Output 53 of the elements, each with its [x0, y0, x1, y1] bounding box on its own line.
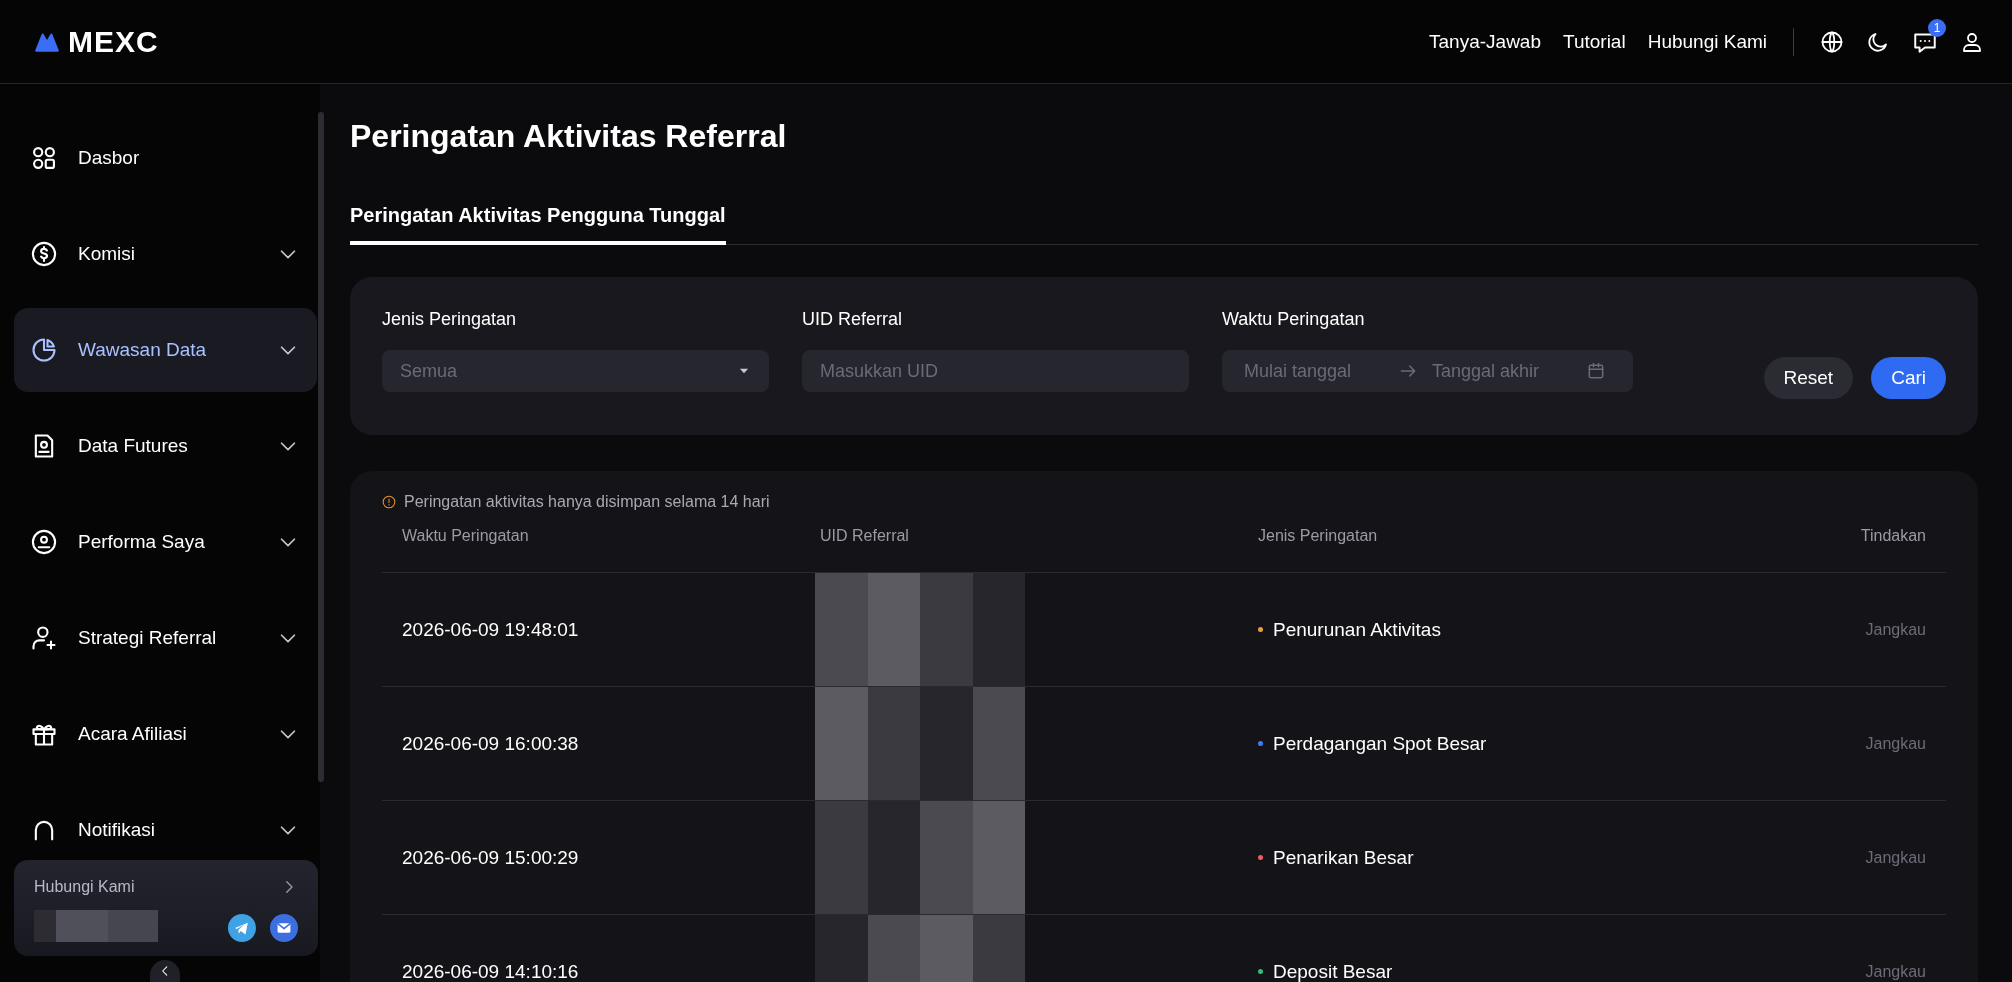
user-add-icon [30, 624, 58, 652]
table-cell-text: 2026-06-09 15:00:29 [401, 846, 580, 869]
nav-link[interactable]: Tutorial [1563, 30, 1626, 53]
table-cell: Perdagangan Spot Besar [1273, 732, 1487, 755]
scrollbar[interactable] [318, 112, 324, 782]
user-circle-icon [30, 528, 58, 556]
table-cell-text: 2026-06-09 14:10:16 [401, 960, 580, 982]
sidebar-item[interactable]: Acara Afiliasi [14, 704, 317, 764]
field-label: Waktu Peringatan [1222, 309, 1366, 330]
reach-out-link[interactable]: Jangkau [1865, 848, 1926, 866]
column-header: Tindakan [1859, 527, 1927, 545]
field-label: UID Referral [802, 309, 904, 330]
calendar-icon [1586, 361, 1606, 381]
notification-badge: 1 [1928, 18, 1946, 37]
nav-link[interactable]: Tanya-Jawab [1429, 30, 1541, 53]
start-date-input[interactable]: Mulai tanggal [1244, 360, 1384, 382]
sidebar-item[interactable]: Dasbor [14, 128, 317, 188]
sidebar-item[interactable]: Komisi [14, 224, 317, 284]
nav-link[interactable]: Hubungi Kami [1647, 30, 1767, 53]
reach-out-link[interactable]: Jangkau [1865, 962, 1926, 980]
collapse-button[interactable] [150, 959, 180, 982]
column-header: Jenis Peringatan [1258, 527, 1379, 545]
table-cell: Penarikan Besar [1273, 846, 1414, 869]
contact-title[interactable]: Hubungi Kami [34, 878, 135, 896]
sidebar-item[interactable]: Performa Saya [14, 512, 317, 572]
logo-text: MEXC [68, 24, 159, 59]
end-date-input[interactable]: Tanggal akhir [1432, 360, 1572, 382]
search-button[interactable]: Cari [1871, 357, 1946, 399]
table-cell: Deposit Besar [1273, 960, 1393, 982]
sidebar-item[interactable]: Wawasan Data [14, 308, 317, 392]
telegram-icon[interactable] [228, 913, 256, 942]
reach-out-link[interactable]: Jangkau [1865, 620, 1926, 638]
tab[interactable]: Peringatan Aktivitas Pengguna Tunggal [350, 196, 726, 245]
reach-out-link[interactable]: Jangkau [1865, 734, 1926, 752]
dollar-icon [30, 240, 58, 268]
table-cell: Penurunan Aktivitas [1273, 618, 1441, 641]
table-cell-text: 2026-06-09 19:48:01 [401, 618, 580, 641]
warning-icon [382, 495, 396, 509]
field-label: Jenis Peringatan [382, 309, 518, 330]
grid-icon [30, 144, 58, 172]
uid-input-field[interactable]: Masukkan UID [802, 350, 1189, 392]
table-cell-text: 2026-06-09 16:00:38 [401, 732, 580, 755]
sidebar-item[interactable]: Notifikasi [14, 800, 317, 860]
sidebar-item[interactable]: Strategi Referral [14, 608, 317, 668]
reset-button[interactable]: Reset [1763, 357, 1854, 399]
page-title: Peringatan Aktivitas Referral [350, 117, 788, 156]
globe-icon[interactable] [1820, 29, 1844, 54]
notice-text: Peringatan aktivitas hanya disimpan selama 14 hari [404, 493, 770, 511]
column-header: Waktu Peringatan [401, 527, 530, 545]
mail-icon[interactable] [270, 913, 298, 942]
sidebar-item[interactable]: Data Futures [14, 416, 317, 476]
pie-chart-icon [30, 336, 58, 364]
column-header: UID Referral [820, 527, 910, 545]
